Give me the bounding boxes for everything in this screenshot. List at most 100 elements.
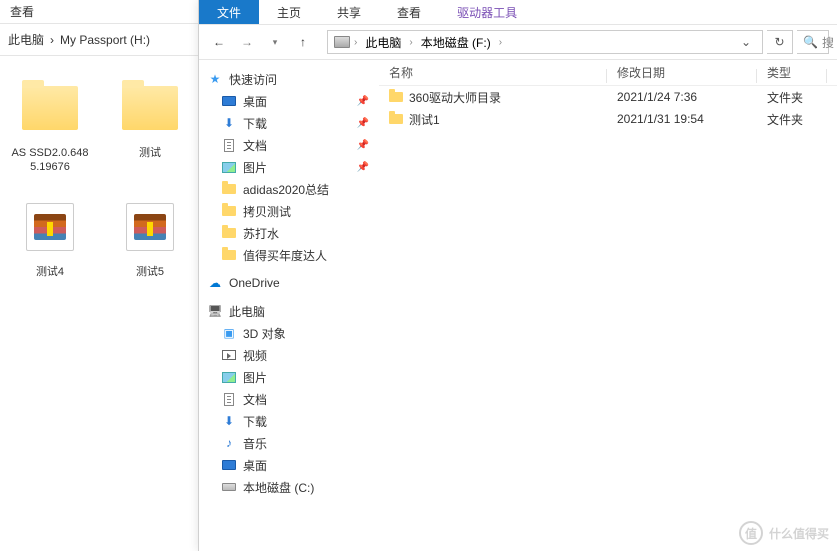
list-item[interactable]: 360驱动大师目录 2021/1/24 7:36 文件夹 [379,86,837,108]
right-explorer-window: 文件 主页 共享 查看 驱动器工具 ← → ▾ ↑ › 此电脑 › 本地磁盘 (… [198,0,837,551]
chevron-icon: › [50,33,54,47]
folder-icon [389,92,403,102]
sidebar-pictures[interactable]: 图片📌 [199,156,379,178]
picture-icon [222,372,236,383]
history-dropdown[interactable]: ▾ [263,30,287,54]
folder-icon [122,86,178,130]
column-type[interactable]: 类型 [757,64,827,81]
sidebar-label: 此电脑 [229,303,265,320]
list-item[interactable]: 测试1 2021/1/31 19:54 文件夹 [379,108,837,130]
sidebar-label: OneDrive [229,276,280,290]
column-name[interactable]: 名称 [379,64,607,81]
sidebar-pc-desktop[interactable]: 桌面 [199,454,379,476]
drive-icon [334,36,350,48]
sidebar-label: 图片 [243,369,267,386]
search-placeholder: 搜 [822,34,834,51]
up-button[interactable]: ↑ [291,30,315,54]
sidebar-pc-pictures[interactable]: 图片 [199,366,379,388]
sidebar-downloads[interactable]: ⬇下载📌 [199,112,379,134]
sidebar-label: 桌面 [243,457,267,474]
folder-icon [222,228,236,238]
left-explorer-window: 查看 此电脑 › My Passport (H:) AS SSD2.0.6485… [0,0,200,551]
pc-icon: 🖥 [207,303,223,319]
sidebar-pc-documents[interactable]: 文档 [199,388,379,410]
picture-icon [222,162,236,173]
archive-icon [126,203,174,251]
3d-icon: ▣ [221,325,237,341]
sidebar-label: 下载 [243,115,267,132]
tab-share[interactable]: 共享 [319,0,379,25]
sidebar-3d-objects[interactable]: ▣3D 对象 [199,322,379,344]
back-button[interactable]: ← [207,30,231,54]
crumb-pc[interactable]: 此电脑 [361,32,405,53]
file-item[interactable]: 测试4 [10,195,90,279]
watermark: 值 什么值得买 [739,521,829,545]
sidebar-label: 苏打水 [243,225,279,242]
sidebar-documents[interactable]: 文档📌 [199,134,379,156]
file-item[interactable]: 测试5 [110,195,190,279]
star-icon: ★ [207,71,223,87]
left-crumb-drive[interactable]: My Passport (H:) [60,33,150,47]
drive-icon [222,483,236,491]
sidebar-label: 图片 [243,159,267,176]
sidebar-quick-access[interactable]: ★ 快速访问 [199,68,379,90]
onedrive-icon: ☁ [207,275,223,291]
sidebar-label: 桌面 [243,93,267,110]
item-name: 360驱动大师目录 [409,89,501,106]
forward-button[interactable]: → [235,30,259,54]
sidebar-pc-downloads[interactable]: ⬇下载 [199,410,379,432]
sidebar-desktop[interactable]: 桌面📌 [199,90,379,112]
search-input[interactable]: 🔍 搜 [797,30,829,54]
tab-view[interactable]: 查看 [379,0,439,25]
item-date: 2021/1/24 7:36 [607,90,757,104]
file-list-pane: 名称 修改日期 类型 360驱动大师目录 2021/1/24 7:36 文件夹 … [379,60,837,551]
sidebar-label: 音乐 [243,435,267,452]
desktop-icon [222,460,236,470]
sidebar-label: adidas2020总结 [243,181,329,198]
sidebar-label: 文档 [243,391,267,408]
sidebar-label: 值得买年度达人 [243,247,327,264]
left-ribbon: 查看 [0,0,200,24]
item-type: 文件夹 [757,111,827,128]
item-type: 文件夹 [757,89,827,106]
sidebar-soda[interactable]: 苏打水 [199,222,379,244]
tab-home[interactable]: 主页 [259,0,319,25]
music-icon: ♪ [221,435,237,451]
file-item[interactable]: 测试 [110,76,190,175]
crumb-drive[interactable]: 本地磁盘 (F:) [417,32,495,53]
pin-icon: 📌 [357,140,369,151]
tab-file[interactable]: 文件 [199,0,259,24]
sidebar-this-pc[interactable]: 🖥 此电脑 [199,300,379,322]
folder-icon [222,250,236,260]
left-breadcrumb[interactable]: 此电脑 › My Passport (H:) [0,24,200,56]
file-label: 测试 [110,146,190,160]
folder-icon [222,184,236,194]
search-icon: 🔍 [803,35,818,49]
sidebar-local-disk-c[interactable]: 本地磁盘 (C:) [199,476,379,498]
column-date[interactable]: 修改日期 [607,64,757,81]
refresh-button[interactable]: ↻ [767,30,793,54]
chevron-icon: › [409,37,412,48]
archive-icon [26,203,74,251]
sidebar-music[interactable]: ♪ 音乐 [199,432,379,454]
left-file-grid: AS SSD2.0.6485.19676 测试 测试4 测试5 [0,56,200,299]
sidebar-adidas[interactable]: adidas2020总结 [199,178,379,200]
nav-toolbar: ← → ▾ ↑ › 此电脑 › 本地磁盘 (F:) › ⌄ ↻ 🔍 搜 [199,24,837,60]
column-headers: 名称 修改日期 类型 [379,60,837,86]
navigation-pane: ★ 快速访问 桌面📌 ⬇下载📌 文档📌 图片📌 adidas2020总结 拷贝测… [199,60,379,551]
left-crumb-pc[interactable]: 此电脑 [8,31,44,48]
address-bar[interactable]: › 此电脑 › 本地磁盘 (F:) › ⌄ [327,30,763,54]
tab-drive-tools[interactable]: 驱动器工具 [439,0,535,25]
left-ribbon-view[interactable]: 查看 [10,3,34,20]
sidebar-zdm[interactable]: 值得买年度达人 [199,244,379,266]
ribbon-tabs: 文件 主页 共享 查看 驱动器工具 [199,0,837,24]
address-dropdown[interactable]: ⌄ [736,35,756,49]
sidebar-onedrive[interactable]: ☁ OneDrive [199,272,379,294]
file-item[interactable]: AS SSD2.0.6485.19676 [10,76,90,175]
sidebar-copy-test[interactable]: 拷贝测试 [199,200,379,222]
pin-icon: 📌 [357,118,369,129]
sidebar-label: 本地磁盘 (C:) [243,479,314,496]
folder-icon [389,114,403,124]
sidebar-videos[interactable]: 视频 [199,344,379,366]
folder-icon [222,206,236,216]
